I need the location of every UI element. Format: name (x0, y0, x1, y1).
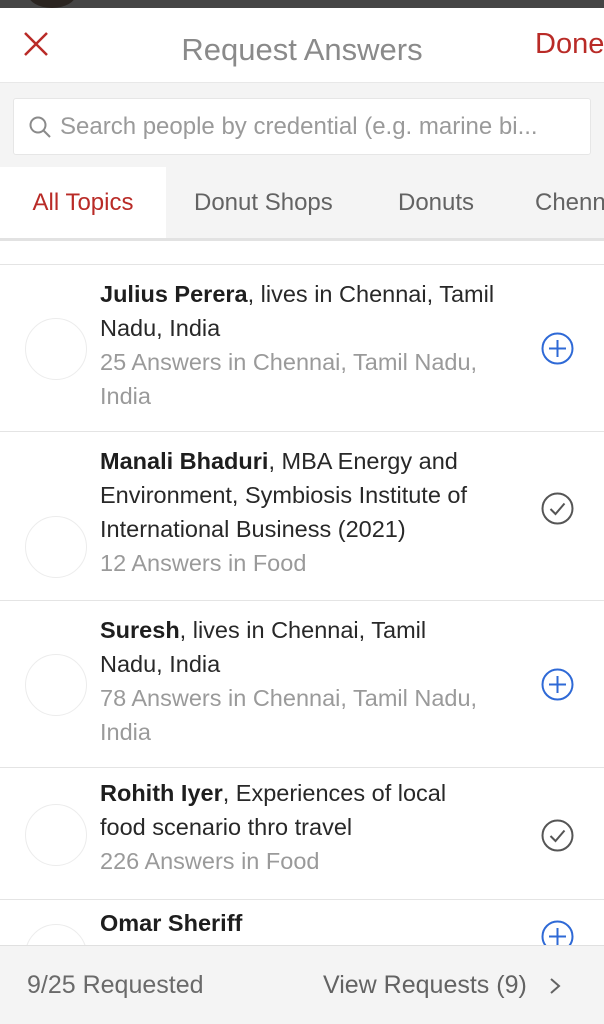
footer: 9/25 Requested View Requests (9) (0, 945, 604, 1024)
done-button[interactable]: Done (535, 28, 604, 61)
tab-donuts[interactable]: Donuts (398, 167, 474, 238)
topic-tabs: All Topics Donut Shops Donuts Chennai (0, 167, 604, 241)
people-list: Julius Perera, lives in Chennai, Tamil N… (0, 264, 604, 945)
avatar[interactable] (25, 516, 87, 578)
header: Request Answers Done (0, 8, 604, 82)
avatar[interactable] (25, 924, 87, 945)
answer-count: 25 Answers in Chennai, Tamil Nadu, India (100, 349, 478, 409)
tab-all-topics[interactable]: All Topics (0, 167, 166, 238)
person-name[interactable]: Manali Bhaduri (100, 448, 268, 474)
person-name[interactable]: Omar Sheriff (100, 910, 242, 936)
requested-check-icon[interactable] (541, 492, 574, 525)
person-info: Manali Bhaduri, MBA Energy and Environme… (100, 444, 495, 580)
view-requests-button[interactable]: View Requests (9) (323, 971, 527, 1000)
requested-check-icon[interactable] (541, 819, 574, 852)
answer-count: 226 Answers in Food (100, 848, 320, 874)
add-request-icon[interactable] (541, 668, 574, 701)
page-title: Request Answers (181, 32, 423, 67)
status-bar (0, 0, 604, 8)
person-info: Omar Sheriff (100, 906, 495, 940)
avatar[interactable] (25, 804, 87, 866)
status-avatar (28, 0, 76, 8)
search-bar: Search people by credential (e.g. marine… (0, 82, 604, 167)
person-row[interactable]: Rohith Iyer, Experiences of local food s… (0, 768, 604, 900)
person-info: Suresh, lives in Chennai, Tamil Nadu, In… (100, 613, 495, 749)
person-row[interactable]: Omar Sheriff (0, 900, 604, 945)
person-name[interactable]: Rohith Iyer (100, 780, 223, 806)
search-icon (29, 116, 51, 138)
person-row[interactable]: Suresh, lives in Chennai, Tamil Nadu, In… (0, 601, 604, 768)
chevron-right-icon[interactable] (548, 976, 562, 996)
tab-chennai[interactable]: Chennai (535, 167, 604, 238)
search-input[interactable]: Search people by credential (e.g. marine… (13, 98, 591, 155)
answer-count: 78 Answers in Chennai, Tamil Nadu, India (100, 685, 478, 745)
person-name[interactable]: Suresh (100, 617, 180, 643)
search-placeholder: Search people by credential (e.g. marine… (60, 112, 538, 140)
avatar[interactable] (25, 654, 87, 716)
person-info: Julius Perera, lives in Chennai, Tamil N… (100, 277, 495, 413)
avatar[interactable] (25, 318, 87, 380)
person-row[interactable]: Julius Perera, lives in Chennai, Tamil N… (0, 265, 604, 432)
add-request-icon[interactable] (541, 332, 574, 365)
add-request-icon[interactable] (541, 920, 574, 945)
answer-count: 12 Answers in Food (100, 550, 307, 576)
tab-donut-shops[interactable]: Donut Shops (194, 167, 333, 238)
person-name[interactable]: Julius Perera (100, 281, 248, 307)
person-row[interactable]: Manali Bhaduri, MBA Energy and Environme… (0, 432, 604, 601)
person-info: Rohith Iyer, Experiences of local food s… (100, 776, 495, 878)
requested-count: 9/25 Requested (27, 971, 204, 999)
